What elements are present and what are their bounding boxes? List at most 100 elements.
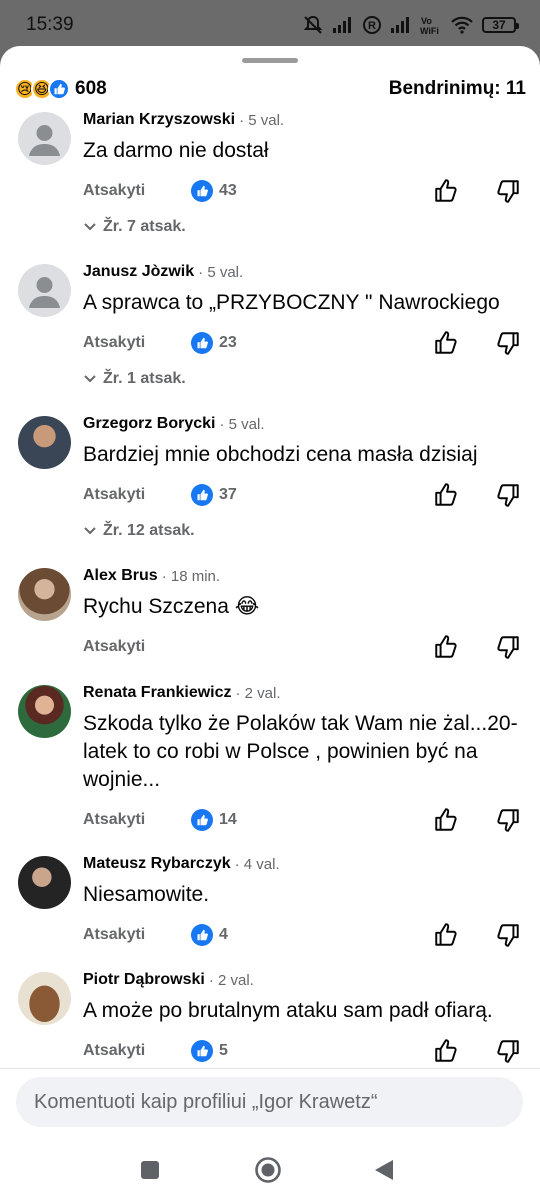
comment: Alex Brus · 18 min. Rychu Szczena 😂 Atsa… <box>0 564 519 662</box>
system-nav-bar <box>0 1138 540 1199</box>
comment-actions: Atsakyti 5 <box>83 1036 519 1066</box>
vowifi-icon: Vo WiFi <box>420 15 442 35</box>
home-button[interactable] <box>248 1150 288 1190</box>
upvote-icon[interactable] <box>433 178 459 204</box>
author-name[interactable]: Renata Frankiewicz <box>83 684 232 702</box>
battery-icon: 37 <box>482 17 519 33</box>
upvote-icon[interactable] <box>433 1038 459 1064</box>
comment-header: Alex Brus · 18 min. <box>83 564 279 588</box>
reactions-button[interactable]: 😢 😆 608 <box>14 78 107 100</box>
like-count-value: 37 <box>219 486 237 503</box>
like-icon <box>191 332 213 354</box>
reply-button[interactable]: Atsakyti <box>83 334 191 352</box>
avatar[interactable] <box>18 972 71 1025</box>
comments-sheet: 😢 😆 608 Bendrinimų: 11 Marian Krzyszowsk… <box>0 46 540 1199</box>
signal-icon-2 <box>390 16 412 34</box>
comment-text: Niesamowite. <box>83 883 210 906</box>
composer-bar: Komentuoti kaip profiliui „Igor Krawetz“ <box>0 1068 540 1138</box>
author-name[interactable]: Grzegorz Borycki <box>83 415 215 433</box>
like-icon <box>48 78 70 100</box>
sheet-drag-handle[interactable] <box>242 58 298 63</box>
upvote-icon[interactable] <box>433 482 459 508</box>
comment-text: Za darmo nie dostał <box>83 139 269 162</box>
chevron-down-icon <box>84 375 96 383</box>
like-count[interactable]: 4 <box>191 924 228 946</box>
downvote-icon[interactable] <box>495 807 521 833</box>
reply-button[interactable]: Atsakyti <box>83 638 191 656</box>
author-name[interactable]: Marian Krzyszowski <box>83 111 235 129</box>
svg-text:WiFi: WiFi <box>420 26 439 35</box>
reaction-summary: 😢 😆 608 Bendrinimų: 11 <box>14 76 526 102</box>
replies-label: Žr. 12 atsak. <box>103 522 195 539</box>
view-replies-button[interactable]: Žr. 1 atsak. <box>83 366 520 392</box>
avatar[interactable] <box>18 264 71 317</box>
downvote-icon[interactable] <box>495 634 521 660</box>
recents-button[interactable] <box>130 1150 170 1190</box>
comment-time: · 5 val. <box>219 415 265 433</box>
comment-text: Bardziej mnie obchodzi cena masła dzisia… <box>83 443 478 466</box>
square-icon <box>141 1161 159 1179</box>
comment-header: Grzegorz Borycki · 5 val. <box>83 412 498 436</box>
downvote-icon[interactable] <box>495 1038 521 1064</box>
view-replies-button[interactable]: Žr. 7 atsak. <box>83 214 289 240</box>
upvote-icon[interactable] <box>433 330 459 356</box>
comment-time: · 2 val. <box>208 971 254 989</box>
comment: Piotr Dąbrowski · 2 val. A może po bruta… <box>0 968 519 1066</box>
like-count-value: 43 <box>219 182 237 199</box>
avatar[interactable] <box>18 685 71 738</box>
comment-actions: Atsakyti 37 <box>83 480 519 510</box>
view-replies-button[interactable]: Žr. 12 atsak. <box>83 518 498 544</box>
avatar[interactable] <box>18 856 71 909</box>
like-icon <box>191 1040 213 1062</box>
comment: Renata Frankiewicz · 2 val. Szkoda tylko… <box>0 681 540 835</box>
reply-button[interactable]: Atsakyti <box>83 926 191 944</box>
comment-header: Mateusz Rybarczyk · 4 val. <box>83 852 280 876</box>
avatar[interactable] <box>18 416 71 469</box>
like-count-value: 5 <box>219 1042 228 1059</box>
author-name[interactable]: Alex Brus <box>83 567 158 585</box>
downvote-icon[interactable] <box>495 482 521 508</box>
wifi-icon <box>450 15 474 35</box>
downvote-icon[interactable] <box>495 330 521 356</box>
like-icon <box>191 180 213 202</box>
comment-header: Piotr Dąbrowski · 2 val. <box>83 968 513 992</box>
reply-button[interactable]: Atsakyti <box>83 1042 191 1060</box>
like-count[interactable]: 14 <box>191 809 237 831</box>
downvote-icon[interactable] <box>495 178 521 204</box>
upvote-icon[interactable] <box>433 807 459 833</box>
comment-time: · 4 val. <box>234 855 280 873</box>
like-count[interactable]: 43 <box>191 180 237 202</box>
comment-actions: Atsakyti 4 <box>83 920 519 950</box>
like-count-value: 4 <box>219 926 228 943</box>
upvote-icon[interactable] <box>433 922 459 948</box>
downvote-icon[interactable] <box>495 922 521 948</box>
avatar[interactable] <box>18 568 71 621</box>
reply-button[interactable]: Atsakyti <box>83 182 191 200</box>
like-icon <box>191 484 213 506</box>
svg-text:R: R <box>368 20 376 32</box>
comment-text: A może po brutalnym ataku sam padł ofiar… <box>83 999 493 1022</box>
comment-actions: Atsakyti <box>83 632 519 662</box>
comment: Grzegorz Borycki · 5 val. Bardziej mnie … <box>0 412 519 544</box>
author-name[interactable]: Piotr Dąbrowski <box>83 971 205 989</box>
like-count[interactable]: 37 <box>191 484 237 506</box>
clock: 15:39 <box>26 14 74 35</box>
like-icon <box>191 924 213 946</box>
upvote-icon[interactable] <box>433 634 459 660</box>
back-button[interactable] <box>364 1150 404 1190</box>
like-count[interactable]: 5 <box>191 1040 228 1062</box>
shares-count[interactable]: Bendrinimų: 11 <box>389 78 526 100</box>
reply-button[interactable]: Atsakyti <box>83 486 191 504</box>
comment-input[interactable]: Komentuoti kaip profiliui „Igor Krawetz“ <box>16 1077 523 1127</box>
laughing-emoji-icon: 😂 <box>234 595 260 618</box>
replies-label: Žr. 7 atsak. <box>103 218 186 235</box>
comment-text: Szkoda tylko że Polaków tak Wam nie żal.… <box>83 712 518 791</box>
reply-button[interactable]: Atsakyti <box>83 811 191 829</box>
comment-text: A sprawca to „PRZYBOCZNY " Nawrockiego <box>83 291 500 314</box>
avatar[interactable] <box>18 112 71 165</box>
comment: Marian Krzyszowski · 5 val. Za darmo nie… <box>0 108 519 240</box>
author-name[interactable]: Janusz Jòzwik <box>83 263 194 281</box>
like-count[interactable]: 23 <box>191 332 237 354</box>
author-name[interactable]: Mateusz Rybarczyk <box>83 855 231 873</box>
comment-actions: Atsakyti 14 <box>83 805 540 835</box>
